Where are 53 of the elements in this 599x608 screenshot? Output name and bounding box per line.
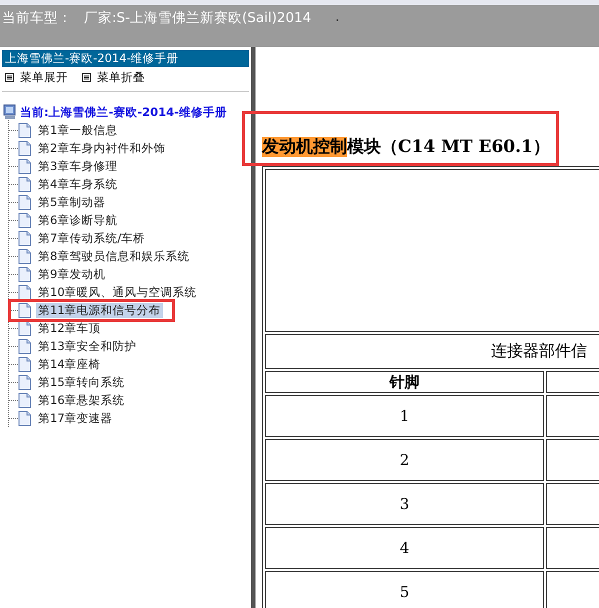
page-icon [18, 212, 31, 228]
dot-mark: . [335, 9, 340, 27]
page-icon [18, 122, 31, 138]
page-icon [18, 140, 31, 156]
table-caption: 连接器部件信 [265, 334, 599, 369]
pin-cell: 2 [265, 439, 544, 481]
page-icon [18, 356, 31, 372]
chapter-item[interactable]: 第9章发动机 [36, 266, 108, 282]
chapter-item[interactable]: 第15章转向系统 [36, 374, 127, 390]
page-icon [18, 248, 31, 264]
page-icon [18, 158, 31, 174]
list-icon [82, 73, 91, 82]
pin-cell: 3 [265, 483, 544, 525]
list-icon [5, 73, 14, 82]
page-icon [18, 194, 31, 210]
page-icon [18, 266, 31, 282]
collapse-menu-button[interactable]: 菜单折叠 [82, 70, 145, 85]
highlighted-heading-text: 发动机控制 [262, 137, 347, 157]
page-icon [18, 302, 31, 318]
chapter-item[interactable]: 第8章驾驶员信息和娱乐系统 [36, 248, 192, 264]
chapter-item[interactable]: 第10章暖风、通风与空调系统 [36, 284, 199, 300]
page-icon [18, 338, 31, 354]
chapter-item[interactable]: 第2章车身内衬件和外饰 [36, 140, 168, 156]
page-icon [18, 410, 31, 426]
chapter-item[interactable]: 第16章悬架系统 [36, 392, 127, 408]
manual-title: 上海雪佛兰-赛欧-2014-维修手册 [2, 50, 249, 67]
chapter-item[interactable]: 第4章车身系统 [36, 176, 120, 192]
page-icon [18, 176, 31, 192]
tree-root[interactable]: 当前:上海雪佛兰-赛欧-2014-维修手册 [20, 104, 227, 120]
page-icon [18, 392, 31, 408]
pin-cell: 4 [265, 527, 544, 569]
page-icon [18, 320, 31, 336]
computer-icon [3, 104, 17, 120]
page-icon [18, 374, 31, 390]
chapter-item[interactable]: 第3章车身修理 [36, 158, 120, 174]
page-icon [18, 230, 31, 246]
vehicle-name: 厂家:S-上海雪佛兰新赛欧(Sail)2014 [84, 9, 312, 27]
pin-cell: 1 [265, 395, 544, 437]
column-header: 针脚 [265, 371, 544, 393]
chapter-item[interactable]: 第17章变速器 [36, 410, 115, 426]
chapter-item[interactable]: 第12章车顶 [36, 320, 103, 336]
chapter-item[interactable]: 第7章传动系统/车桥 [36, 230, 148, 246]
chapter-item[interactable]: 第11章电源和信号分布 [36, 302, 163, 318]
heading-text: 模块（C14 MT E60.1） [347, 137, 550, 157]
expand-menu-button[interactable]: 菜单展开 [5, 70, 68, 85]
pin-cell: 5 [265, 571, 544, 608]
vehicle-label: 当前车型： [2, 9, 72, 27]
chapter-item[interactable]: 第1章一般信息 [36, 122, 120, 138]
page-icon [18, 284, 31, 300]
chapter-item[interactable]: 第5章制动器 [36, 194, 108, 210]
chapter-item[interactable]: 第14章座椅 [36, 356, 103, 372]
chapter-item[interactable]: 第6章诊断导航 [36, 212, 120, 228]
chapter-item[interactable]: 第13章安全和防护 [36, 338, 139, 354]
